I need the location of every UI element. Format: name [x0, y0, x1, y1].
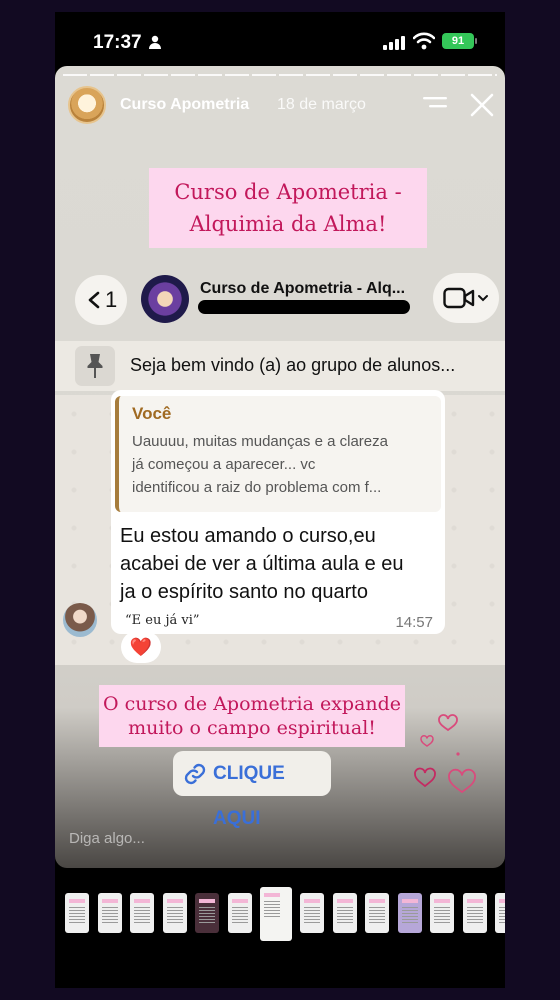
- story-thumbnail[interactable]: [260, 887, 292, 941]
- video-call-button: [433, 273, 499, 323]
- story-thumbnail[interactable]: [462, 893, 487, 933]
- message-line: acabei de ver a última aula e eu: [120, 553, 404, 575]
- close-icon[interactable]: [470, 93, 494, 117]
- wifi-icon: [413, 32, 435, 50]
- account-name[interactable]: Curso Apometria: [120, 96, 249, 114]
- link-label: CLIQUE AQUI: [213, 763, 285, 829]
- signal-icon: [383, 36, 405, 50]
- story-title-box: Curso de Apometria - Alquimia da Alma!: [149, 168, 427, 248]
- back-count: 1: [105, 287, 118, 312]
- status-time: 17:37: [93, 32, 142, 53]
- pinned-message-bar: Seja bem vindo (a) ao grupo de alunos...: [55, 341, 505, 391]
- quote-text: Uauuuu, muitas mudanças e a clareza já c…: [132, 430, 429, 499]
- pin-tile: [75, 346, 115, 386]
- story-thumbnail[interactable]: [97, 893, 122, 933]
- story-date: 18 de março: [277, 96, 366, 113]
- story-thumbnail[interactable]: [130, 893, 154, 933]
- heart-reaction: ❤️: [121, 631, 161, 663]
- promo-text-box: O curso de Apometria expande muito o cam…: [99, 685, 405, 747]
- chat-header: 1 Curso de Apometria - Alq...: [55, 269, 505, 331]
- link-icon: [184, 763, 206, 785]
- story-title-line2: Alquimia da Alma!: [189, 212, 387, 236]
- group-avatar: [141, 275, 189, 323]
- story-thumbnail[interactable]: [300, 893, 324, 933]
- promo-line1: O curso de Apometria expande: [102, 693, 402, 715]
- chevron-left-icon: [88, 291, 100, 309]
- story-thumbnail[interactable]: [195, 893, 219, 933]
- quote-line: já começou a aparecer... vc: [132, 456, 316, 473]
- menu-icon[interactable]: [423, 96, 447, 112]
- battery-tip: [475, 38, 477, 44]
- redacted-bar: [198, 300, 410, 314]
- group-name: Curso de Apometria - Alq...: [200, 280, 406, 297]
- sender-avatar: [63, 603, 97, 637]
- story-card[interactable]: Curso Apometria 18 de março Curso de Apo…: [55, 66, 505, 868]
- pinned-message-text: Seja bem vindo (a) ao grupo de alunos...: [130, 355, 456, 375]
- video-camera-icon: [443, 287, 488, 309]
- story-thumbnail[interactable]: [365, 893, 389, 933]
- story-thumbnail[interactable]: [162, 893, 187, 933]
- story-thumbnails: [55, 887, 505, 947]
- chat-message-bubble: Você Uauuuu, muitas mudanças e a clareza…: [111, 390, 445, 634]
- message-line: Eu estou amando o curso,eu: [120, 525, 376, 547]
- phone-screen: 17:37 91 Curso Apometria 18 de março Cur…: [55, 12, 505, 988]
- promo-line2: muito o campo espiritual!: [128, 717, 376, 739]
- quoted-message: Você Uauuuu, muitas mudanças e a clareza…: [115, 396, 441, 512]
- story-thumbnail[interactable]: [397, 893, 422, 933]
- status-bar: 17:37 91: [55, 12, 505, 66]
- quote-line: identificou a raiz do problema com f...: [132, 479, 382, 496]
- hearts-sticker: [414, 714, 476, 794]
- story-thumbnail[interactable]: [332, 893, 357, 933]
- story-title-line1: Curso de Apometria -: [174, 180, 402, 204]
- message-text: Eu estou amando o curso,eu acabei de ver…: [120, 522, 438, 606]
- message-time: 14:57: [395, 614, 433, 631]
- link-sticker[interactable]: CLIQUE AQUI: [173, 751, 331, 829]
- reply-input[interactable]: Diga algo...: [69, 830, 145, 847]
- story-thumbnail[interactable]: [65, 893, 89, 933]
- quote-author: Você: [132, 404, 172, 423]
- story-progress-bar: [63, 74, 497, 76]
- story-thumbnail[interactable]: [227, 893, 252, 933]
- person-icon: [149, 35, 161, 49]
- account-avatar[interactable]: [68, 86, 106, 124]
- pin-icon: [87, 354, 103, 378]
- story-thumbnail[interactable]: [495, 893, 505, 933]
- quote-line: Uauuuu, muitas mudanças e a clareza: [132, 433, 388, 450]
- battery-icon: 91: [442, 33, 474, 49]
- story-text-sticker: “E eu já vi”: [125, 613, 200, 628]
- story-thumbnail[interactable]: [430, 893, 454, 933]
- message-line: ja o espírito santo no quarto: [120, 581, 368, 603]
- back-button: 1: [75, 275, 127, 325]
